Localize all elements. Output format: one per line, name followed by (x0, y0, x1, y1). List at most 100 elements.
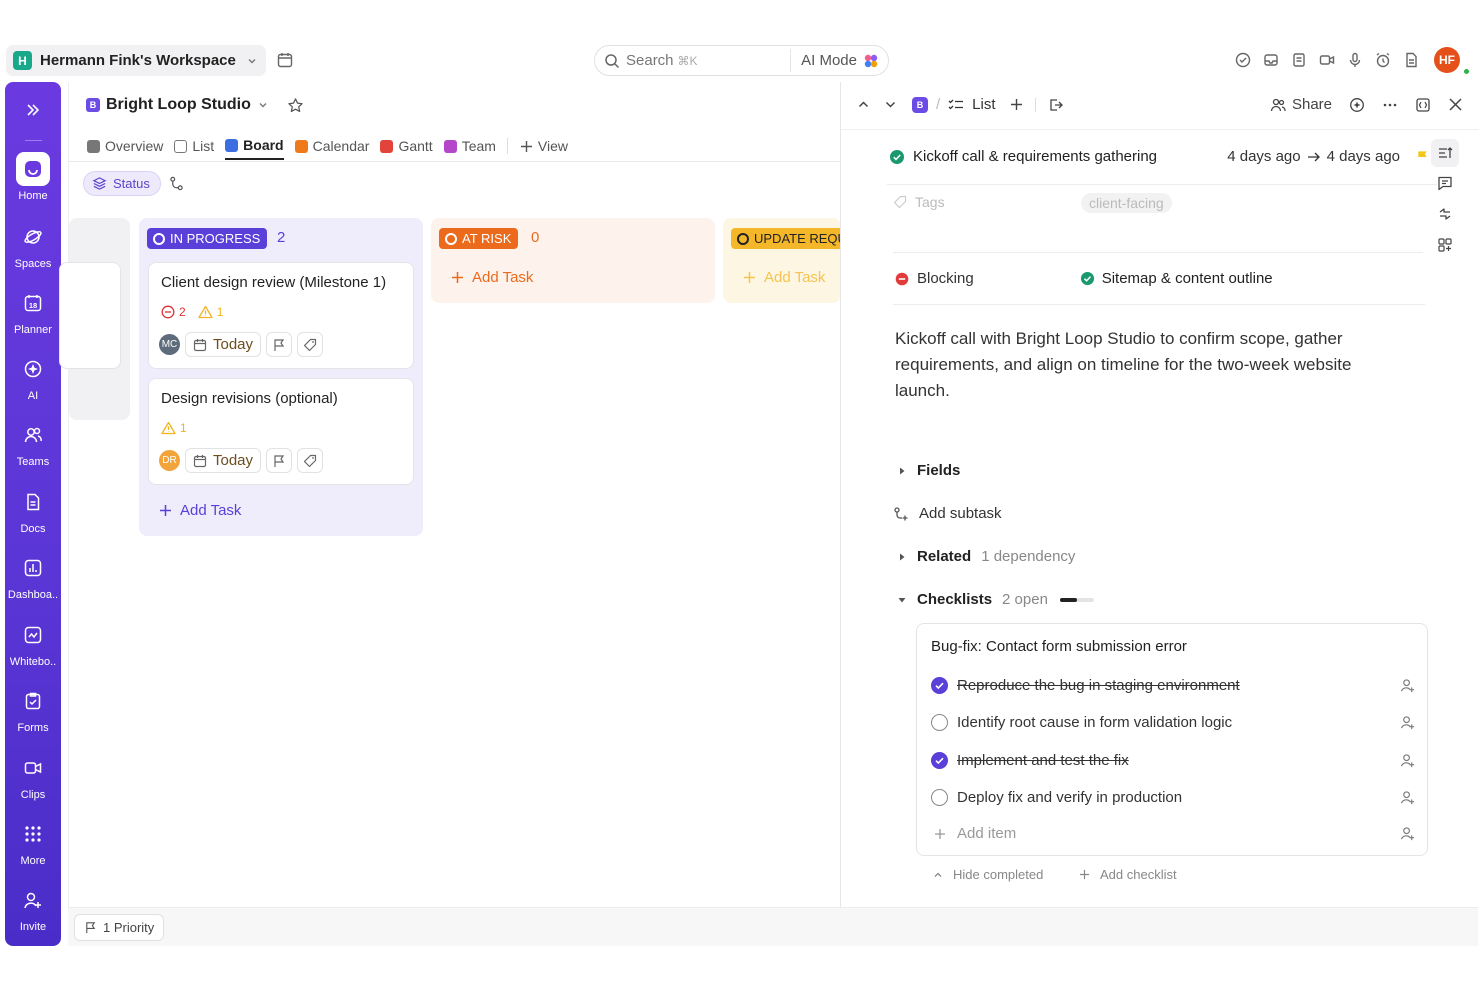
checklists-section[interactable]: Checklists 2 open (897, 591, 1094, 608)
unchecked-checkbox[interactable] (931, 789, 948, 806)
breadcrumb-list[interactable]: List (972, 96, 995, 113)
move-task-icon[interactable] (1048, 97, 1064, 113)
tab-team[interactable]: Team (443, 132, 496, 160)
unchecked-checkbox[interactable] (931, 714, 948, 731)
automation-icon[interactable] (1437, 206, 1459, 222)
forms-icon (16, 684, 50, 718)
assign-user-icon[interactable] (1400, 753, 1415, 768)
tag-button[interactable] (297, 448, 324, 473)
sidebar-item-ai[interactable]: AI (5, 352, 61, 402)
alarm-icon[interactable] (1374, 51, 1392, 69)
tab-gantt[interactable]: Gantt (380, 132, 433, 160)
status-badge[interactable]: IN PROGRESS (147, 228, 268, 249)
share-button[interactable]: Share (1270, 96, 1332, 113)
calendar-icon[interactable] (276, 51, 294, 69)
tab-label: Gantt (398, 138, 433, 154)
sidebar-item-forms[interactable]: Forms (5, 684, 61, 734)
project-name: Bright Loop Studio (106, 96, 251, 113)
checklist-item[interactable]: Implement and test the fix (931, 752, 1415, 769)
assign-user-icon[interactable] (1400, 678, 1415, 693)
task-card[interactable]: Design revisions (optional) 1 DR Today (148, 378, 414, 485)
tag-pill[interactable]: client-facing (1081, 193, 1172, 213)
checklist-title[interactable]: Bug-fix: Contact form submission error (931, 638, 1187, 655)
task-card-partial[interactable] (59, 262, 121, 369)
workspace-switcher[interactable]: H Hermann Fink's Workspace (6, 45, 266, 76)
ai-agent-icon[interactable] (1349, 97, 1365, 113)
project-header[interactable]: B Bright Loop Studio (86, 96, 304, 114)
hide-completed-button[interactable]: Hide completed (933, 867, 1043, 882)
related-section[interactable]: Related 1 dependency (897, 548, 1075, 565)
add-view-button[interactable]: View (520, 132, 568, 160)
due-date-chip[interactable]: Today (185, 448, 262, 473)
expand-sidebar-icon[interactable] (25, 102, 41, 118)
sidebar-item-whiteboards[interactable]: Whitebo.. (5, 618, 61, 668)
tag-button[interactable] (297, 332, 324, 357)
assignee-avatar[interactable]: DR (159, 450, 180, 471)
assign-user-icon[interactable] (1400, 715, 1415, 730)
status-badge[interactable]: UPDATE REQU (731, 228, 841, 249)
chevron-down-icon[interactable] (884, 98, 897, 111)
video-icon[interactable] (1318, 51, 1336, 69)
sidebar-item-docs[interactable]: Docs (5, 485, 61, 535)
new-task-icon[interactable] (1234, 51, 1252, 69)
tab-overview[interactable]: Overview (87, 132, 163, 160)
task-card[interactable]: Client design review (Milestone 1) 2 1 M… (148, 262, 414, 369)
close-icon[interactable] (1448, 97, 1463, 112)
due-date-chip[interactable]: Today (185, 332, 262, 357)
add-task-button[interactable]: Add Task (451, 269, 533, 286)
add-subtask-button[interactable]: Add subtask (893, 505, 1002, 522)
priority-flag-button[interactable] (266, 332, 293, 357)
checked-checkbox[interactable] (931, 677, 948, 694)
chevron-up-icon[interactable] (857, 98, 870, 111)
ai-mode-button[interactable]: AI Mode (790, 49, 885, 72)
assign-user-icon[interactable] (1400, 826, 1415, 841)
plus-icon[interactable] (1010, 98, 1023, 111)
add-checklist-item[interactable]: Add item (931, 825, 1415, 842)
assignee-avatar[interactable]: MC (159, 334, 180, 355)
add-task-button[interactable]: Add Task (159, 502, 241, 519)
add-task-button[interactable]: Add Task (743, 269, 825, 286)
activity-icon[interactable] (1431, 139, 1459, 167)
more-options-icon[interactable] (1382, 97, 1398, 113)
tab-divider (506, 138, 508, 154)
sidebar-label: Clips (20, 789, 46, 801)
sidebar-item-planner[interactable]: 18 Planner (5, 286, 61, 336)
document-icon[interactable] (1402, 51, 1420, 69)
microphone-icon[interactable] (1346, 51, 1364, 69)
priority-filter-chip[interactable]: 1 Priority (74, 914, 165, 941)
subtasks-icon[interactable] (169, 176, 184, 191)
checked-checkbox[interactable] (931, 752, 948, 769)
checklist-item[interactable]: Reproduce the bug in staging environment (931, 677, 1415, 694)
priority-flag-button[interactable] (266, 448, 293, 473)
apps-icon[interactable] (1437, 237, 1459, 253)
comments-icon[interactable] (1437, 175, 1459, 191)
fields-section[interactable]: Fields (897, 462, 960, 479)
tab-list[interactable]: List (174, 132, 214, 160)
sidebar-item-teams[interactable]: Teams (5, 418, 61, 468)
related-task-row[interactable]: Kickoff call & requirements gathering 4 … (889, 148, 1429, 165)
task-description[interactable]: Kickoff call with Bright Loop Studio to … (895, 326, 1395, 404)
inbox-icon[interactable] (1262, 51, 1280, 69)
card-meta-row: MC Today (159, 332, 324, 357)
tab-calendar[interactable]: Calendar (294, 132, 369, 160)
sidebar-item-home[interactable]: Home (5, 152, 61, 202)
tab-board[interactable]: Board (225, 132, 284, 160)
star-icon[interactable] (287, 97, 304, 114)
blocking-task[interactable]: Sitemap & content outline (1102, 270, 1273, 287)
user-avatar[interactable]: HF (1434, 47, 1460, 73)
sidebar-item-clips[interactable]: Clips (5, 751, 61, 801)
checklist-item[interactable]: Deploy fix and verify in production (931, 789, 1415, 806)
sidebar-item-more[interactable]: More (5, 817, 61, 867)
assign-user-icon[interactable] (1400, 790, 1415, 805)
expand-panel-icon[interactable] (1415, 97, 1431, 113)
status-badge[interactable]: AT RISK (439, 228, 519, 249)
search-box[interactable]: Search ⌘K AI Mode (594, 45, 889, 76)
sidebar-item-spaces[interactable]: Spaces (5, 220, 61, 270)
breadcrumb-space-badge[interactable]: B (912, 96, 928, 113)
sidebar-item-dashboards[interactable]: Dashboa.. (5, 551, 61, 601)
notepad-icon[interactable] (1290, 51, 1308, 69)
group-by-status-chip[interactable]: Status (83, 171, 161, 196)
sidebar-item-invite[interactable]: Invite (5, 883, 61, 933)
checklist-item[interactable]: Identify root cause in form validation l… (931, 714, 1415, 731)
add-checklist-button[interactable]: Add checklist (1079, 867, 1177, 882)
